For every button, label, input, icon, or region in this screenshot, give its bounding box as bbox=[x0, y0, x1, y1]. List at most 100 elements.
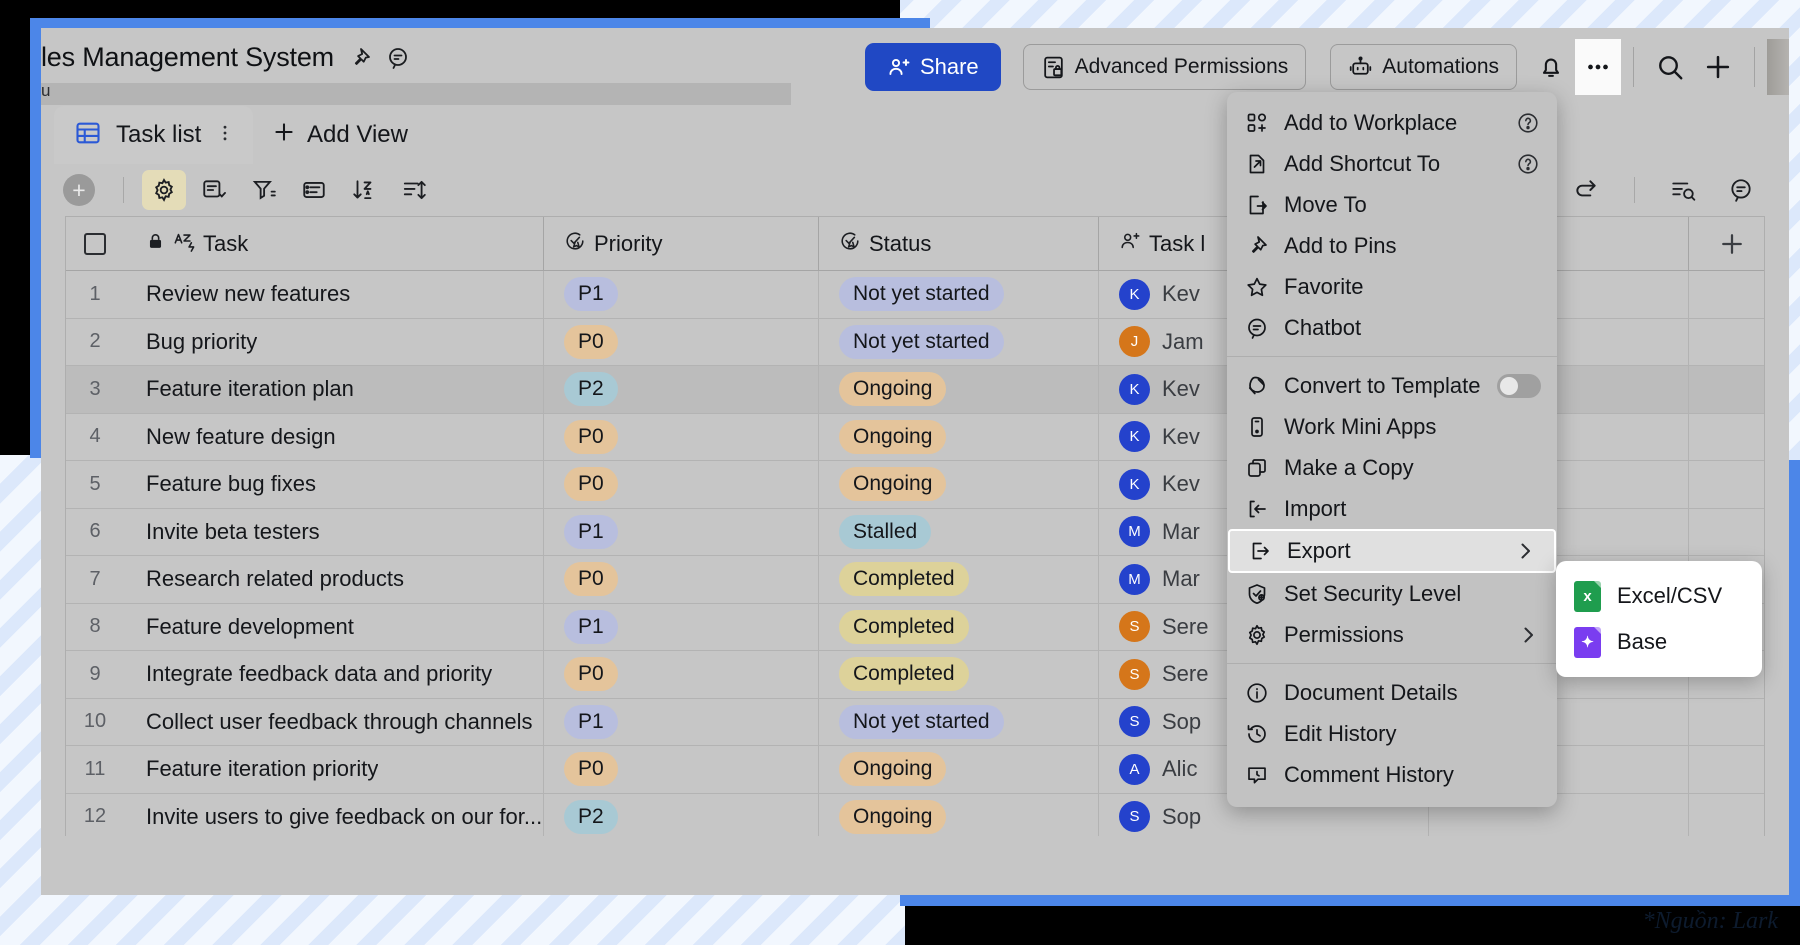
cell-task-lead[interactable]: Sere bbox=[1162, 614, 1208, 640]
cell-task-lead[interactable]: Sop bbox=[1162, 804, 1201, 830]
more-options-button[interactable] bbox=[1575, 39, 1621, 95]
select-all-checkbox[interactable] bbox=[66, 217, 124, 270]
add-view-button[interactable]: Add View bbox=[271, 106, 408, 164]
cell-status[interactable]: Ongoing bbox=[839, 419, 947, 454]
convert-to-template-toggle[interactable] bbox=[1497, 373, 1541, 398]
column-header-priority[interactable]: Priority bbox=[544, 217, 819, 270]
cell-priority[interactable]: P0 bbox=[564, 752, 618, 787]
help-icon[interactable] bbox=[1515, 152, 1541, 176]
filter-icon[interactable] bbox=[242, 170, 286, 210]
cell-priority[interactable]: P1 bbox=[564, 277, 618, 312]
share-button[interactable]: Share bbox=[864, 43, 1001, 91]
menu-item-make-a-copy[interactable]: Make a Copy bbox=[1227, 447, 1557, 488]
cell-task[interactable]: Review new features bbox=[146, 281, 350, 307]
cell-priority[interactable]: P0 bbox=[564, 657, 618, 692]
menu-item-work-mini-apps[interactable]: Work Mini Apps bbox=[1227, 406, 1557, 447]
cell-task-lead[interactable]: Jam bbox=[1162, 329, 1204, 355]
cell-task-lead[interactable]: Kev bbox=[1162, 471, 1200, 497]
cell-task[interactable]: Feature development bbox=[146, 614, 354, 640]
column-header-task[interactable]: Task bbox=[124, 217, 544, 270]
menu-item-export[interactable]: Export bbox=[1228, 529, 1556, 573]
comment-icon[interactable] bbox=[1719, 170, 1763, 210]
sort-icon[interactable] bbox=[392, 170, 436, 210]
cell-task-lead[interactable]: Alic bbox=[1162, 756, 1197, 782]
cell-task[interactable]: Feature bug fixes bbox=[146, 471, 316, 497]
cell-task-lead[interactable]: Sere bbox=[1162, 661, 1208, 687]
menu-item-chatbot[interactable]: Chatbot bbox=[1227, 307, 1557, 348]
row-height-icon[interactable] bbox=[292, 170, 336, 210]
pin-icon[interactable] bbox=[348, 46, 372, 70]
cell-status[interactable]: Not yet started bbox=[839, 324, 1004, 359]
cell-status[interactable]: Completed bbox=[839, 562, 969, 597]
submenu-item-base[interactable]: ✦ Base bbox=[1556, 619, 1762, 665]
help-icon[interactable] bbox=[1515, 111, 1541, 135]
menu-item-favorite[interactable]: Favorite bbox=[1227, 266, 1557, 307]
redo-icon[interactable] bbox=[1564, 170, 1608, 210]
cell-task[interactable]: Integrate feedback data and priority bbox=[146, 661, 492, 687]
add-new-icon[interactable] bbox=[1694, 41, 1742, 93]
export-submenu[interactable]: x Excel/CSV ✦ Base bbox=[1556, 561, 1762, 677]
menu-item-add-to-workplace[interactable]: Add to Workplace bbox=[1227, 102, 1557, 143]
cell-priority[interactable]: P0 bbox=[564, 562, 618, 597]
cell-priority[interactable]: P0 bbox=[564, 467, 618, 502]
cell-task[interactable]: Feature iteration plan bbox=[146, 376, 354, 402]
cell-task[interactable]: Invite users to give feedback on our for… bbox=[146, 804, 542, 830]
advanced-permissions-button[interactable]: Advanced Permissions bbox=[1022, 44, 1307, 90]
cell-task[interactable]: Bug priority bbox=[146, 329, 257, 355]
bell-icon[interactable] bbox=[1527, 41, 1575, 93]
cell-priority[interactable]: P1 bbox=[564, 704, 618, 739]
cell-priority[interactable]: P2 bbox=[564, 799, 618, 834]
add-column-button[interactable] bbox=[1700, 217, 1764, 271]
field-settings-icon[interactable] bbox=[142, 170, 186, 210]
cell-status[interactable]: Completed bbox=[839, 609, 969, 644]
cell-priority[interactable]: P0 bbox=[564, 324, 618, 359]
document-options-menu[interactable]: Add to Workplace Add Shortcut To Move To Ad… bbox=[1227, 92, 1557, 807]
cell-task[interactable]: Invite beta testers bbox=[146, 519, 320, 545]
cell-task[interactable]: Collect user feedback through channels bbox=[146, 709, 532, 735]
cell-task[interactable]: New feature design bbox=[146, 424, 336, 450]
comment-icon[interactable] bbox=[386, 46, 410, 70]
cell-priority[interactable]: P1 bbox=[564, 609, 618, 644]
tab-task-list[interactable]: Task list bbox=[54, 106, 254, 164]
cell-task[interactable]: Feature iteration priority bbox=[146, 756, 378, 782]
cell-task-lead[interactable]: Sop bbox=[1162, 709, 1201, 735]
cell-status[interactable]: Completed bbox=[839, 657, 969, 692]
menu-item-convert-to-template[interactable]: Convert to Template bbox=[1227, 365, 1557, 406]
menu-item-import[interactable]: Import bbox=[1227, 488, 1557, 529]
menu-item-edit-history[interactable]: Edit History bbox=[1227, 713, 1557, 754]
menu-item-move-to[interactable]: Move To bbox=[1227, 184, 1557, 225]
group-icon[interactable] bbox=[192, 170, 236, 210]
cell-status[interactable]: Not yet started bbox=[839, 277, 1004, 312]
cell-priority[interactable]: P1 bbox=[564, 514, 618, 549]
cell-task-lead[interactable]: Kev bbox=[1162, 281, 1200, 307]
cell-task[interactable]: Research related products bbox=[146, 566, 404, 592]
cell-priority[interactable]: P2 bbox=[564, 372, 618, 407]
window-scrollbar[interactable] bbox=[1767, 39, 1789, 95]
cell-task-lead[interactable]: Kev bbox=[1162, 424, 1200, 450]
cell-task-lead[interactable]: Kev bbox=[1162, 376, 1200, 402]
submenu-item-excel-csv[interactable]: x Excel/CSV bbox=[1556, 573, 1762, 619]
tab-kebab-icon[interactable] bbox=[215, 122, 235, 149]
menu-item-permissions[interactable]: Permissions bbox=[1227, 614, 1557, 655]
automations-button[interactable]: Automations bbox=[1330, 44, 1517, 90]
menu-item-comment-history[interactable]: Comment History bbox=[1227, 754, 1557, 795]
cell-status[interactable]: Stalled bbox=[839, 514, 932, 549]
menu-item-add-to-pins[interactable]: Add to Pins bbox=[1227, 225, 1557, 266]
menu-item-add-shortcut-to[interactable]: Add Shortcut To bbox=[1227, 143, 1557, 184]
menu-item-document-details[interactable]: Document Details bbox=[1227, 672, 1557, 713]
cell-priority[interactable]: P0 bbox=[564, 419, 618, 454]
cell-status[interactable]: Ongoing bbox=[839, 372, 947, 407]
cell-status[interactable]: Ongoing bbox=[839, 799, 947, 834]
search-record-icon[interactable] bbox=[1661, 170, 1705, 210]
breadcrumb[interactable]: u bbox=[41, 81, 50, 101]
sort-az-icon[interactable] bbox=[342, 170, 386, 210]
add-record-button[interactable]: + bbox=[63, 174, 95, 206]
cell-task-lead[interactable]: Mar bbox=[1162, 519, 1200, 545]
cell-status[interactable]: Ongoing bbox=[839, 752, 947, 787]
cell-task-lead[interactable]: Mar bbox=[1162, 566, 1200, 592]
column-header-status[interactable]: Status bbox=[819, 217, 1099, 270]
menu-item-set-security-level[interactable]: Set Security Level bbox=[1227, 573, 1557, 614]
cell-status[interactable]: Not yet started bbox=[839, 704, 1004, 739]
cell-status[interactable]: Ongoing bbox=[839, 467, 947, 502]
search-icon[interactable] bbox=[1646, 41, 1694, 93]
